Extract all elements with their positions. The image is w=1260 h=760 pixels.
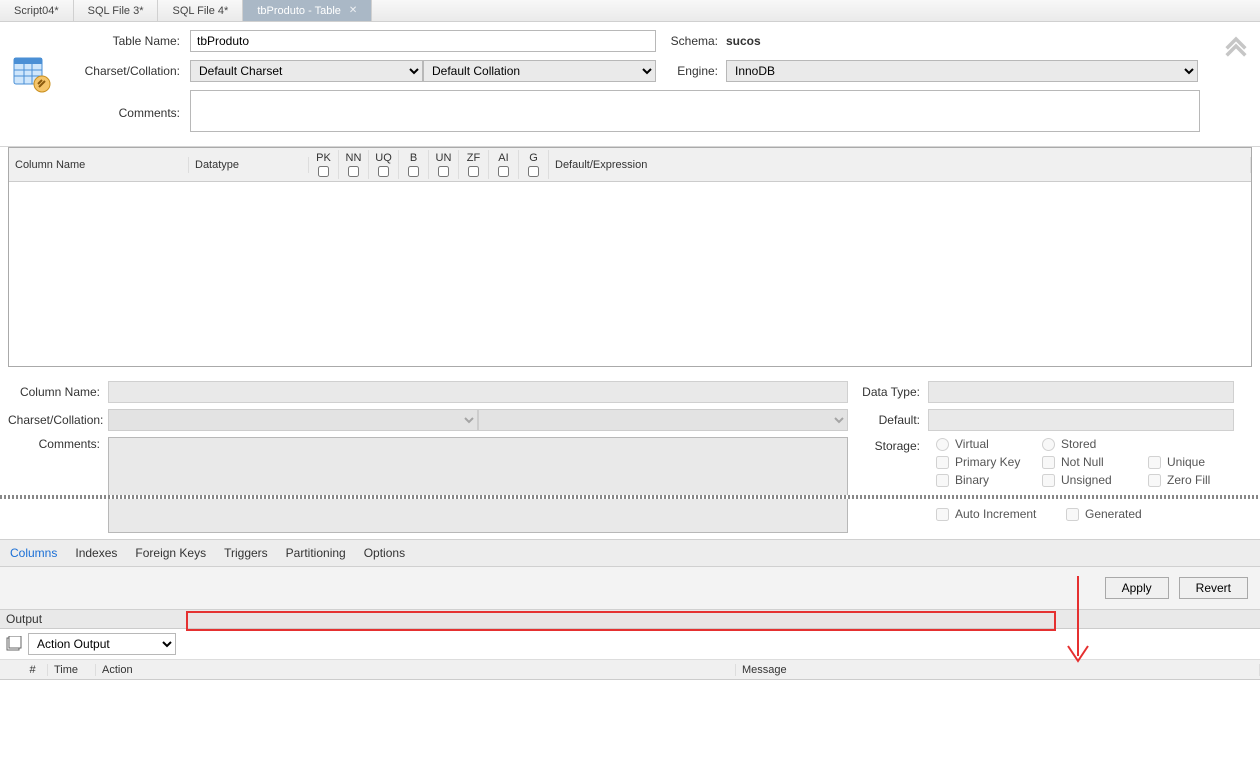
engine-select[interactable]: InnoDB (726, 60, 1198, 82)
annotation-highlight (186, 611, 1056, 631)
grid-header-un[interactable]: UN (429, 150, 459, 179)
grid-header-b[interactable]: B (399, 150, 429, 179)
label-table-name: Table Name: (8, 34, 190, 48)
label-default: Default: (848, 413, 928, 427)
tab-sqlfile3[interactable]: SQL File 3* (74, 0, 159, 21)
grid-header-pk[interactable]: PK (309, 150, 339, 179)
label-comments2: Comments: (8, 437, 108, 451)
grid-header-ai[interactable]: AI (489, 150, 519, 179)
default-input (928, 409, 1234, 431)
output-toolbar: Action Output (0, 629, 1260, 660)
tab-label: tbProduto - Table (257, 5, 341, 17)
tab-script04[interactable]: Script04* (0, 0, 74, 21)
column-details: Column Name: Data Type: Charset/Collatio… (0, 375, 1260, 533)
revert-button[interactable]: Revert (1179, 577, 1248, 599)
check-binary[interactable]: Binary (936, 473, 1022, 487)
grid-header-column-name[interactable]: Column Name (9, 157, 189, 173)
data-type-input (928, 381, 1234, 403)
charset-select[interactable]: Default Charset (190, 60, 423, 82)
column-collation-select (478, 409, 848, 431)
output-col-action[interactable]: Action (96, 664, 736, 676)
output-col-time[interactable]: Time (48, 664, 96, 676)
output-col-num[interactable]: # (18, 664, 48, 676)
editor-subtabs: Columns Indexes Foreign Keys Triggers Pa… (0, 539, 1260, 567)
grid-header-row: Column Name Datatype PK NN UQ B UN ZF AI… (9, 148, 1251, 182)
subtab-triggers[interactable]: Triggers (222, 544, 270, 562)
label-storage: Storage: (848, 437, 928, 453)
table-icon (12, 54, 54, 96)
output-col-message[interactable]: Message (736, 664, 1260, 676)
grid-header-nn[interactable]: NN (339, 150, 369, 179)
grid-header-datatype[interactable]: Datatype (189, 157, 309, 173)
label-engine: Engine: (656, 64, 726, 78)
radio-stored[interactable]: Stored (1042, 437, 1128, 451)
tab-sqlfile4[interactable]: SQL File 4* (158, 0, 243, 21)
table-comments-input[interactable] (190, 90, 1200, 132)
subtab-columns[interactable]: Columns (8, 544, 59, 562)
radio-virtual[interactable]: Virtual (936, 437, 1022, 451)
subtab-foreign-keys[interactable]: Foreign Keys (133, 544, 208, 562)
output-type-select[interactable]: Action Output (28, 633, 176, 655)
check-zero-fill[interactable]: Zero Fill (1148, 473, 1234, 487)
check-auto-increment[interactable]: Auto Increment (936, 507, 1046, 521)
subtab-options[interactable]: Options (362, 544, 407, 562)
columns-grid[interactable]: Column Name Datatype PK NN UQ B UN ZF AI… (8, 147, 1252, 367)
subtab-partitioning[interactable]: Partitioning (284, 544, 348, 562)
collapse-panel-icon[interactable] (1222, 32, 1250, 60)
schema-value: sucos (726, 34, 761, 48)
apply-button[interactable]: Apply (1105, 577, 1169, 599)
table-header-form: Table Name: Schema: sucos Charset/Collat… (0, 22, 1260, 147)
label-column-name: Column Name: (8, 385, 108, 399)
check-unsigned[interactable]: Unsigned (1042, 473, 1128, 487)
check-not-null[interactable]: Not Null (1042, 455, 1128, 469)
close-icon[interactable]: ✕ (349, 5, 357, 16)
label-data-type: Data Type: (848, 385, 928, 399)
grid-header-zf[interactable]: ZF (459, 150, 489, 179)
label-schema: Schema: (656, 34, 726, 48)
grid-header-g[interactable]: G (519, 150, 549, 179)
collation-select[interactable]: Default Collation (423, 60, 656, 82)
check-generated[interactable]: Generated (1066, 507, 1152, 521)
check-primary-key[interactable]: Primary Key (936, 455, 1022, 469)
column-comments-input (108, 437, 848, 533)
output-history-icon[interactable] (6, 636, 22, 652)
grid-header-uq[interactable]: UQ (369, 150, 399, 179)
table-name-input[interactable] (190, 30, 656, 52)
column-name-input (108, 381, 848, 403)
tab-tbproduto[interactable]: tbProduto - Table ✕ (243, 0, 372, 21)
column-charset-select (108, 409, 478, 431)
apply-revert-bar: Apply Revert (0, 567, 1260, 610)
label-charset-collation2: Charset/Collation: (8, 413, 108, 427)
subtab-indexes[interactable]: Indexes (73, 544, 119, 562)
tab-label: Script04* (14, 5, 59, 17)
tab-label: SQL File 4* (172, 5, 228, 17)
grid-header-default[interactable]: Default/Expression (549, 157, 1251, 173)
output-columns-header: # Time Action Message (0, 660, 1260, 680)
check-unique[interactable]: Unique (1148, 455, 1234, 469)
tab-label: SQL File 3* (88, 5, 144, 17)
editor-tabbar: Script04* SQL File 3* SQL File 4* tbProd… (0, 0, 1260, 22)
